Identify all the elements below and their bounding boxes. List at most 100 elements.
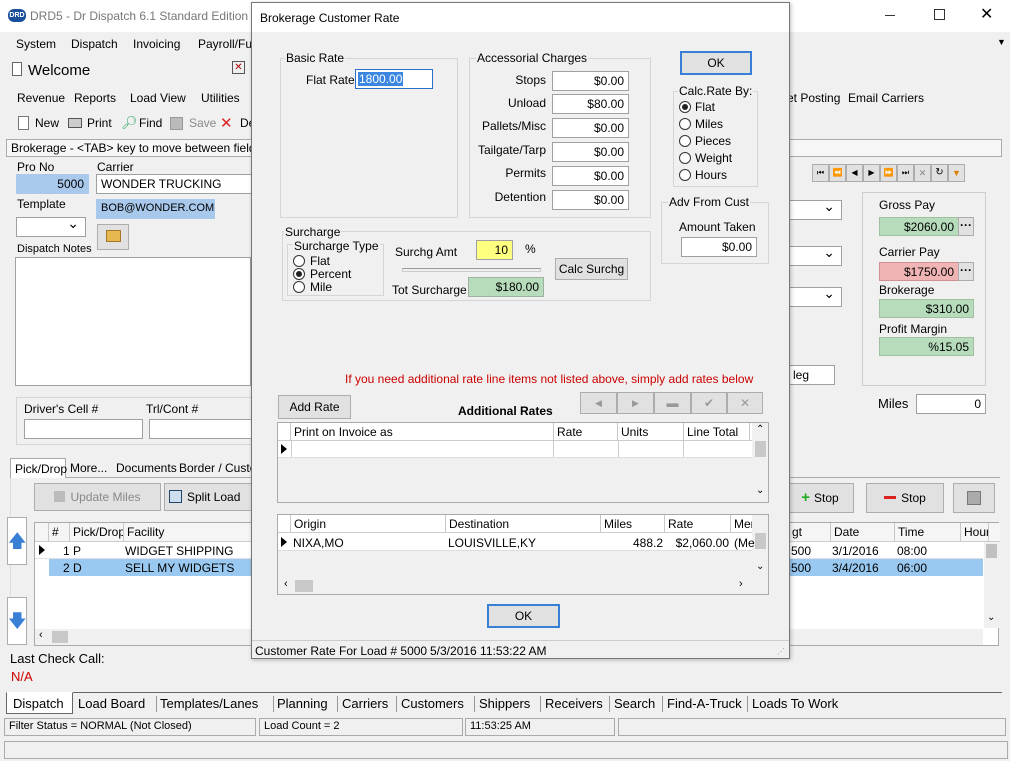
calc-flat-radio[interactable]	[679, 101, 691, 113]
close-icon[interactable]: ✕	[980, 4, 993, 24]
menu-dispatch[interactable]: Dispatch	[71, 37, 118, 51]
leg-field[interactable]: leg	[789, 365, 835, 385]
next-page-icon[interactable]: ⏩	[880, 164, 897, 182]
print-button[interactable]: Print	[87, 116, 112, 130]
calc-miles-radio[interactable]	[679, 118, 691, 130]
route-vscrollbar[interactable]: ⌄	[753, 515, 768, 577]
add-rate-button[interactable]: Add Rate	[278, 395, 351, 419]
print-on-invoice-cell[interactable]	[291, 441, 554, 457]
route-hscrollbar[interactable]: ‹ ›	[278, 578, 752, 594]
refresh-icon[interactable]: ↻	[931, 164, 948, 182]
update-miles-button[interactable]: Update Miles	[34, 483, 161, 511]
scroll-left-icon[interactable]: ‹	[284, 578, 288, 590]
combo-3[interactable]	[789, 287, 842, 307]
tab-find-a-truck[interactable]: Find-A-Truck	[667, 696, 742, 711]
flat-rate-input[interactable]: 1800.00	[355, 69, 433, 89]
rate-next-icon[interactable]: ▶	[617, 392, 654, 414]
save-button[interactable]: Save	[189, 116, 216, 130]
add-stop-button[interactable]: + Stop	[786, 483, 854, 513]
tab-loads-to-work[interactable]: Loads To Work	[752, 696, 838, 711]
scroll-right-icon[interactable]: ›	[739, 578, 743, 590]
find-button[interactable]: Find	[139, 116, 162, 130]
rate-remove-icon[interactable]: ▬	[654, 392, 691, 414]
calc-pieces-radio[interactable]	[679, 135, 691, 147]
table-row[interactable]	[278, 441, 752, 458]
surcharge-percent-radio[interactable]	[293, 268, 305, 280]
menu-invoicing[interactable]: Invoicing	[133, 37, 180, 51]
toolbar-utilities[interactable]: Utilities	[201, 91, 240, 105]
scroll-down-icon[interactable]: ⌄	[756, 561, 764, 572]
resize-grip-icon[interactable]: ⋰	[777, 647, 785, 656]
first-record-icon[interactable]: ⏮	[812, 164, 829, 182]
carrier-email-field[interactable]: BOB@WONDER.COM	[96, 199, 215, 219]
menu-system[interactable]: System	[16, 37, 56, 51]
ok-button-top[interactable]: OK	[680, 51, 752, 75]
stops-vscroll-thumb[interactable]	[986, 544, 997, 558]
additional-rates-vscroll-thumb[interactable]	[755, 441, 766, 457]
email-button[interactable]	[97, 224, 129, 250]
scroll-up-icon[interactable]: ⌃	[756, 424, 764, 435]
new-button[interactable]: New	[35, 116, 59, 130]
trl-cont-field[interactable]	[149, 419, 253, 439]
maximize-icon[interactable]	[934, 9, 945, 20]
tab-carriers[interactable]: Carriers	[342, 696, 388, 711]
scroll-down-icon[interactable]: ⌄	[756, 485, 764, 496]
surcharge-mile-radio[interactable]	[293, 281, 305, 293]
menu-overflow-icon[interactable]: ▼	[997, 37, 1006, 47]
prev-page-icon[interactable]: ⏪	[829, 164, 846, 182]
rate-confirm-icon[interactable]: ✔	[691, 392, 727, 414]
amount-taken-input[interactable]: $0.00	[681, 237, 757, 257]
tab-load-board[interactable]: Load Board	[78, 696, 145, 711]
toolbar-load-view[interactable]: Load View	[130, 91, 186, 105]
rate-cancel-icon[interactable]: ✕	[727, 392, 763, 414]
combo-1[interactable]	[789, 200, 842, 220]
remove-stop-button[interactable]: Stop	[866, 483, 944, 513]
tab-customers[interactable]: Customers	[401, 696, 464, 711]
dispatch-notes-textarea[interactable]	[15, 257, 251, 386]
stops-hscroll-thumb[interactable]	[52, 631, 68, 643]
close-welcome-icon[interactable]: ✕	[232, 61, 245, 74]
driver-cell-field[interactable]	[24, 419, 143, 439]
unload-input[interactable]: $80.00	[552, 94, 629, 114]
last-record-icon[interactable]: ⏭	[897, 164, 914, 182]
surcharge-flat-radio[interactable]	[293, 255, 305, 267]
tab-border-customs[interactable]: Border / Custo	[179, 461, 256, 475]
carrier-field[interactable]: WONDER TRUCKING	[96, 174, 251, 194]
calc-hours-radio[interactable]	[679, 169, 691, 181]
toolbar-revenue[interactable]: Revenue	[17, 91, 65, 105]
additional-rates-vscrollbar[interactable]: ⌃ ⌄	[753, 423, 768, 502]
stops-vscrollbar[interactable]: ⌄	[984, 542, 999, 628]
tab-documents[interactable]: Documents	[116, 461, 177, 475]
toolbar-posting[interactable]: et Posting	[787, 91, 840, 105]
route-hscroll-thumb[interactable]	[295, 580, 313, 592]
tab-search[interactable]: Search	[614, 696, 655, 711]
rate-prev-icon[interactable]: ◀	[580, 392, 617, 414]
pallets-input[interactable]: $0.00	[552, 118, 629, 138]
filter-icon[interactable]: ▼	[948, 164, 965, 182]
gross-pay-ellipsis-button[interactable]: ···	[958, 217, 974, 236]
tab-templates-lanes[interactable]: Templates/Lanes	[160, 696, 258, 711]
miles-field[interactable]: 0	[916, 394, 986, 414]
calc-weight-radio[interactable]	[679, 152, 691, 164]
move-up-button[interactable]: 🡅	[7, 517, 27, 565]
toolbar-email-carriers[interactable]: Email Carriers	[848, 91, 924, 105]
scroll-left-icon[interactable]: ‹	[39, 629, 43, 641]
toolbar-reports[interactable]: Reports	[74, 91, 116, 105]
tab-pick-drop[interactable]: Pick/Drop	[10, 458, 67, 479]
surcharge-amt-input[interactable]: 10	[476, 240, 513, 260]
combo-2[interactable]	[789, 246, 842, 266]
scroll-down-icon[interactable]: ⌄	[987, 612, 995, 623]
tab-dispatch[interactable]: Dispatch	[6, 692, 73, 714]
template-select[interactable]	[16, 217, 86, 237]
next-record-icon[interactable]: ▶	[863, 164, 880, 182]
calc-surcharge-button[interactable]: Calc Surchg	[555, 258, 628, 280]
surcharge-slider[interactable]	[402, 268, 541, 272]
tailgate-input[interactable]: $0.00	[552, 142, 629, 162]
split-load-button[interactable]: Split Load	[164, 483, 254, 511]
permits-input[interactable]: $0.00	[552, 166, 629, 186]
save-stops-button[interactable]	[953, 483, 995, 513]
menu-payroll[interactable]: Payroll/Fu	[198, 37, 252, 51]
tab-more[interactable]: More...	[70, 461, 107, 475]
tab-receivers[interactable]: Receivers	[545, 696, 603, 711]
prev-record-icon[interactable]: ◀	[846, 164, 863, 182]
